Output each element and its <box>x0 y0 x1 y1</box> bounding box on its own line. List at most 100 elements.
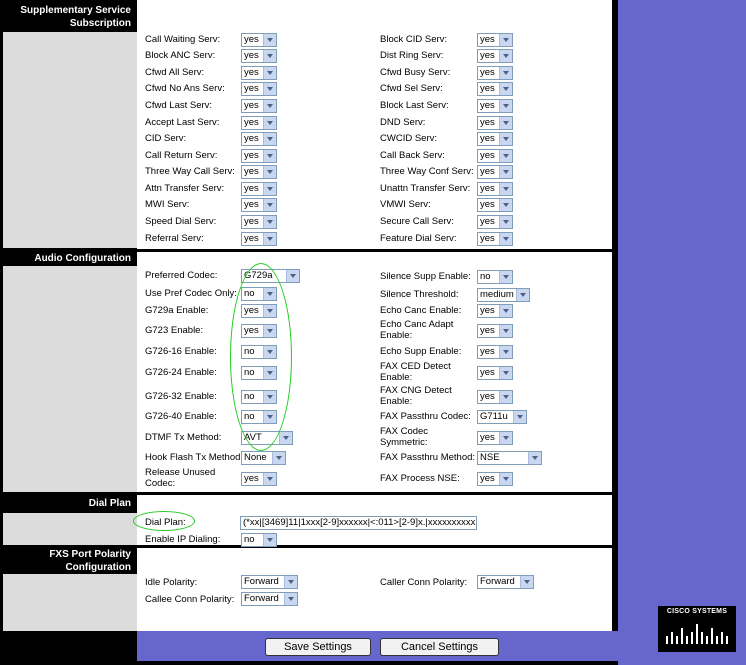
field-select[interactable]: no <box>241 366 277 380</box>
select-value: yes <box>480 166 495 177</box>
field-label: Preferred Codec: <box>145 270 218 281</box>
cancel-settings-button[interactable]: Cancel Settings <box>380 638 499 656</box>
chevron-down-icon <box>284 576 297 588</box>
chevron-down-icon <box>499 67 512 79</box>
field-select[interactable]: yes <box>241 116 277 130</box>
field-label: Hook Flash Tx Method: <box>145 452 244 463</box>
field-select[interactable]: yes <box>477 132 513 146</box>
select-value: AVT <box>244 432 262 443</box>
field-select[interactable]: yes <box>241 66 277 80</box>
chevron-down-icon <box>263 199 276 211</box>
field-select[interactable]: yes <box>241 165 277 179</box>
field-select[interactable]: yes <box>241 182 277 196</box>
chevron-down-icon <box>499 473 512 485</box>
chevron-down-icon <box>272 452 285 464</box>
select-value: no <box>244 367 255 378</box>
chevron-down-icon <box>263 346 276 358</box>
field-select[interactable]: yes <box>477 431 513 445</box>
select-value: yes <box>480 150 495 161</box>
callee-conn-polarity-select[interactable]: Forward <box>241 592 298 606</box>
field-select[interactable]: yes <box>477 198 513 212</box>
field-select[interactable]: yes <box>477 215 513 229</box>
field-select[interactable]: yes <box>241 232 277 246</box>
select-value: yes <box>480 367 495 378</box>
field-select[interactable]: yes <box>477 49 513 63</box>
field-select[interactable]: yes <box>477 116 513 130</box>
field-select[interactable]: yes <box>241 49 277 63</box>
logo-text: CISCO SYSTEMS <box>666 608 728 615</box>
caller-conn-polarity-select[interactable]: Forward <box>477 575 534 589</box>
field-select[interactable]: yes <box>477 82 513 96</box>
select-value: yes <box>244 473 259 484</box>
chevron-down-icon <box>499 34 512 46</box>
field-label: G726-40 Enable: <box>145 411 217 422</box>
field-select[interactable]: yes <box>477 182 513 196</box>
enable-ip-dialing-select[interactable]: no <box>241 533 277 547</box>
field-select[interactable]: yes <box>477 99 513 113</box>
chevron-down-icon <box>263 166 276 178</box>
field-select[interactable]: yes <box>241 33 277 47</box>
field-select[interactable]: yes <box>477 33 513 47</box>
field-select[interactable]: yes <box>477 304 513 318</box>
field-select[interactable]: no <box>477 270 513 284</box>
field-select[interactable]: yes <box>241 132 277 146</box>
field-select[interactable]: no <box>241 345 277 359</box>
field-select[interactable]: yes <box>241 149 277 163</box>
field-select[interactable]: yes <box>241 215 277 229</box>
field-select[interactable]: NSE <box>477 451 542 465</box>
field-select[interactable]: yes <box>477 366 513 380</box>
save-settings-button[interactable]: Save Settings <box>265 638 371 656</box>
field-label: FAX CNG Detect Enable: <box>380 385 452 407</box>
select-value: no <box>244 534 255 545</box>
chevron-down-icon <box>513 411 526 423</box>
field-label: CWCID Serv: <box>380 133 437 144</box>
section-header-dialplan: Dial Plan <box>3 495 137 513</box>
select-value: yes <box>480 117 495 128</box>
field-label: Echo Canc Adapt Enable: <box>380 319 454 341</box>
field-select[interactable]: no <box>241 287 277 301</box>
select-value: yes <box>480 325 495 336</box>
chevron-down-icon <box>499 117 512 129</box>
field-label: Cfwd Busy Serv: <box>380 67 451 78</box>
section-panel-dialplan <box>3 513 137 545</box>
field-select[interactable]: yes <box>477 324 513 338</box>
field-label: Accept Last Serv: <box>145 117 220 128</box>
field-select[interactable]: yes <box>477 149 513 163</box>
field-select[interactable]: G729a <box>241 269 300 283</box>
field-select[interactable]: yes <box>477 345 513 359</box>
field-select[interactable]: yes <box>241 472 277 486</box>
field-select[interactable]: yes <box>477 390 513 404</box>
field-label: Silence Threshold: <box>380 289 459 300</box>
select-value: no <box>244 391 255 402</box>
dial-plan-input[interactable]: (*xx|[3469]11|1xxx[2-9]xxxxxx|<:011>[2-9… <box>240 516 477 530</box>
field-select[interactable]: yes <box>241 198 277 212</box>
field-select[interactable]: yes <box>241 82 277 96</box>
field-select[interactable]: yes <box>477 472 513 486</box>
field-label: Attn Transfer Serv: <box>145 183 225 194</box>
chevron-down-icon <box>499 50 512 62</box>
select-value: yes <box>480 83 495 94</box>
field-select[interactable]: yes <box>241 99 277 113</box>
chevron-down-icon <box>499 100 512 112</box>
idle-polarity-select[interactable]: Forward <box>241 575 298 589</box>
field-label: Three Way Conf Serv: <box>380 166 474 177</box>
callee-conn-polarity-label: Callee Conn Polarity: <box>145 594 235 605</box>
field-select[interactable]: no <box>241 390 277 404</box>
select-value: yes <box>244 83 259 94</box>
chevron-down-icon <box>528 452 541 464</box>
field-select[interactable]: AVT <box>241 431 293 445</box>
field-select[interactable]: no <box>241 410 277 424</box>
field-select[interactable]: G711u <box>477 410 527 424</box>
chevron-down-icon <box>499 183 512 195</box>
field-select[interactable]: yes <box>241 324 277 338</box>
field-select[interactable]: None <box>241 451 286 465</box>
field-select[interactable]: medium <box>477 288 530 302</box>
select-value: yes <box>480 391 495 402</box>
select-value: no <box>244 346 255 357</box>
field-select[interactable]: yes <box>477 165 513 179</box>
field-select[interactable]: yes <box>477 66 513 80</box>
field-select[interactable]: yes <box>477 232 513 246</box>
field-label: Silence Supp Enable: <box>380 271 471 282</box>
field-label: FAX Passthru Method: <box>380 452 476 463</box>
field-select[interactable]: yes <box>241 304 277 318</box>
